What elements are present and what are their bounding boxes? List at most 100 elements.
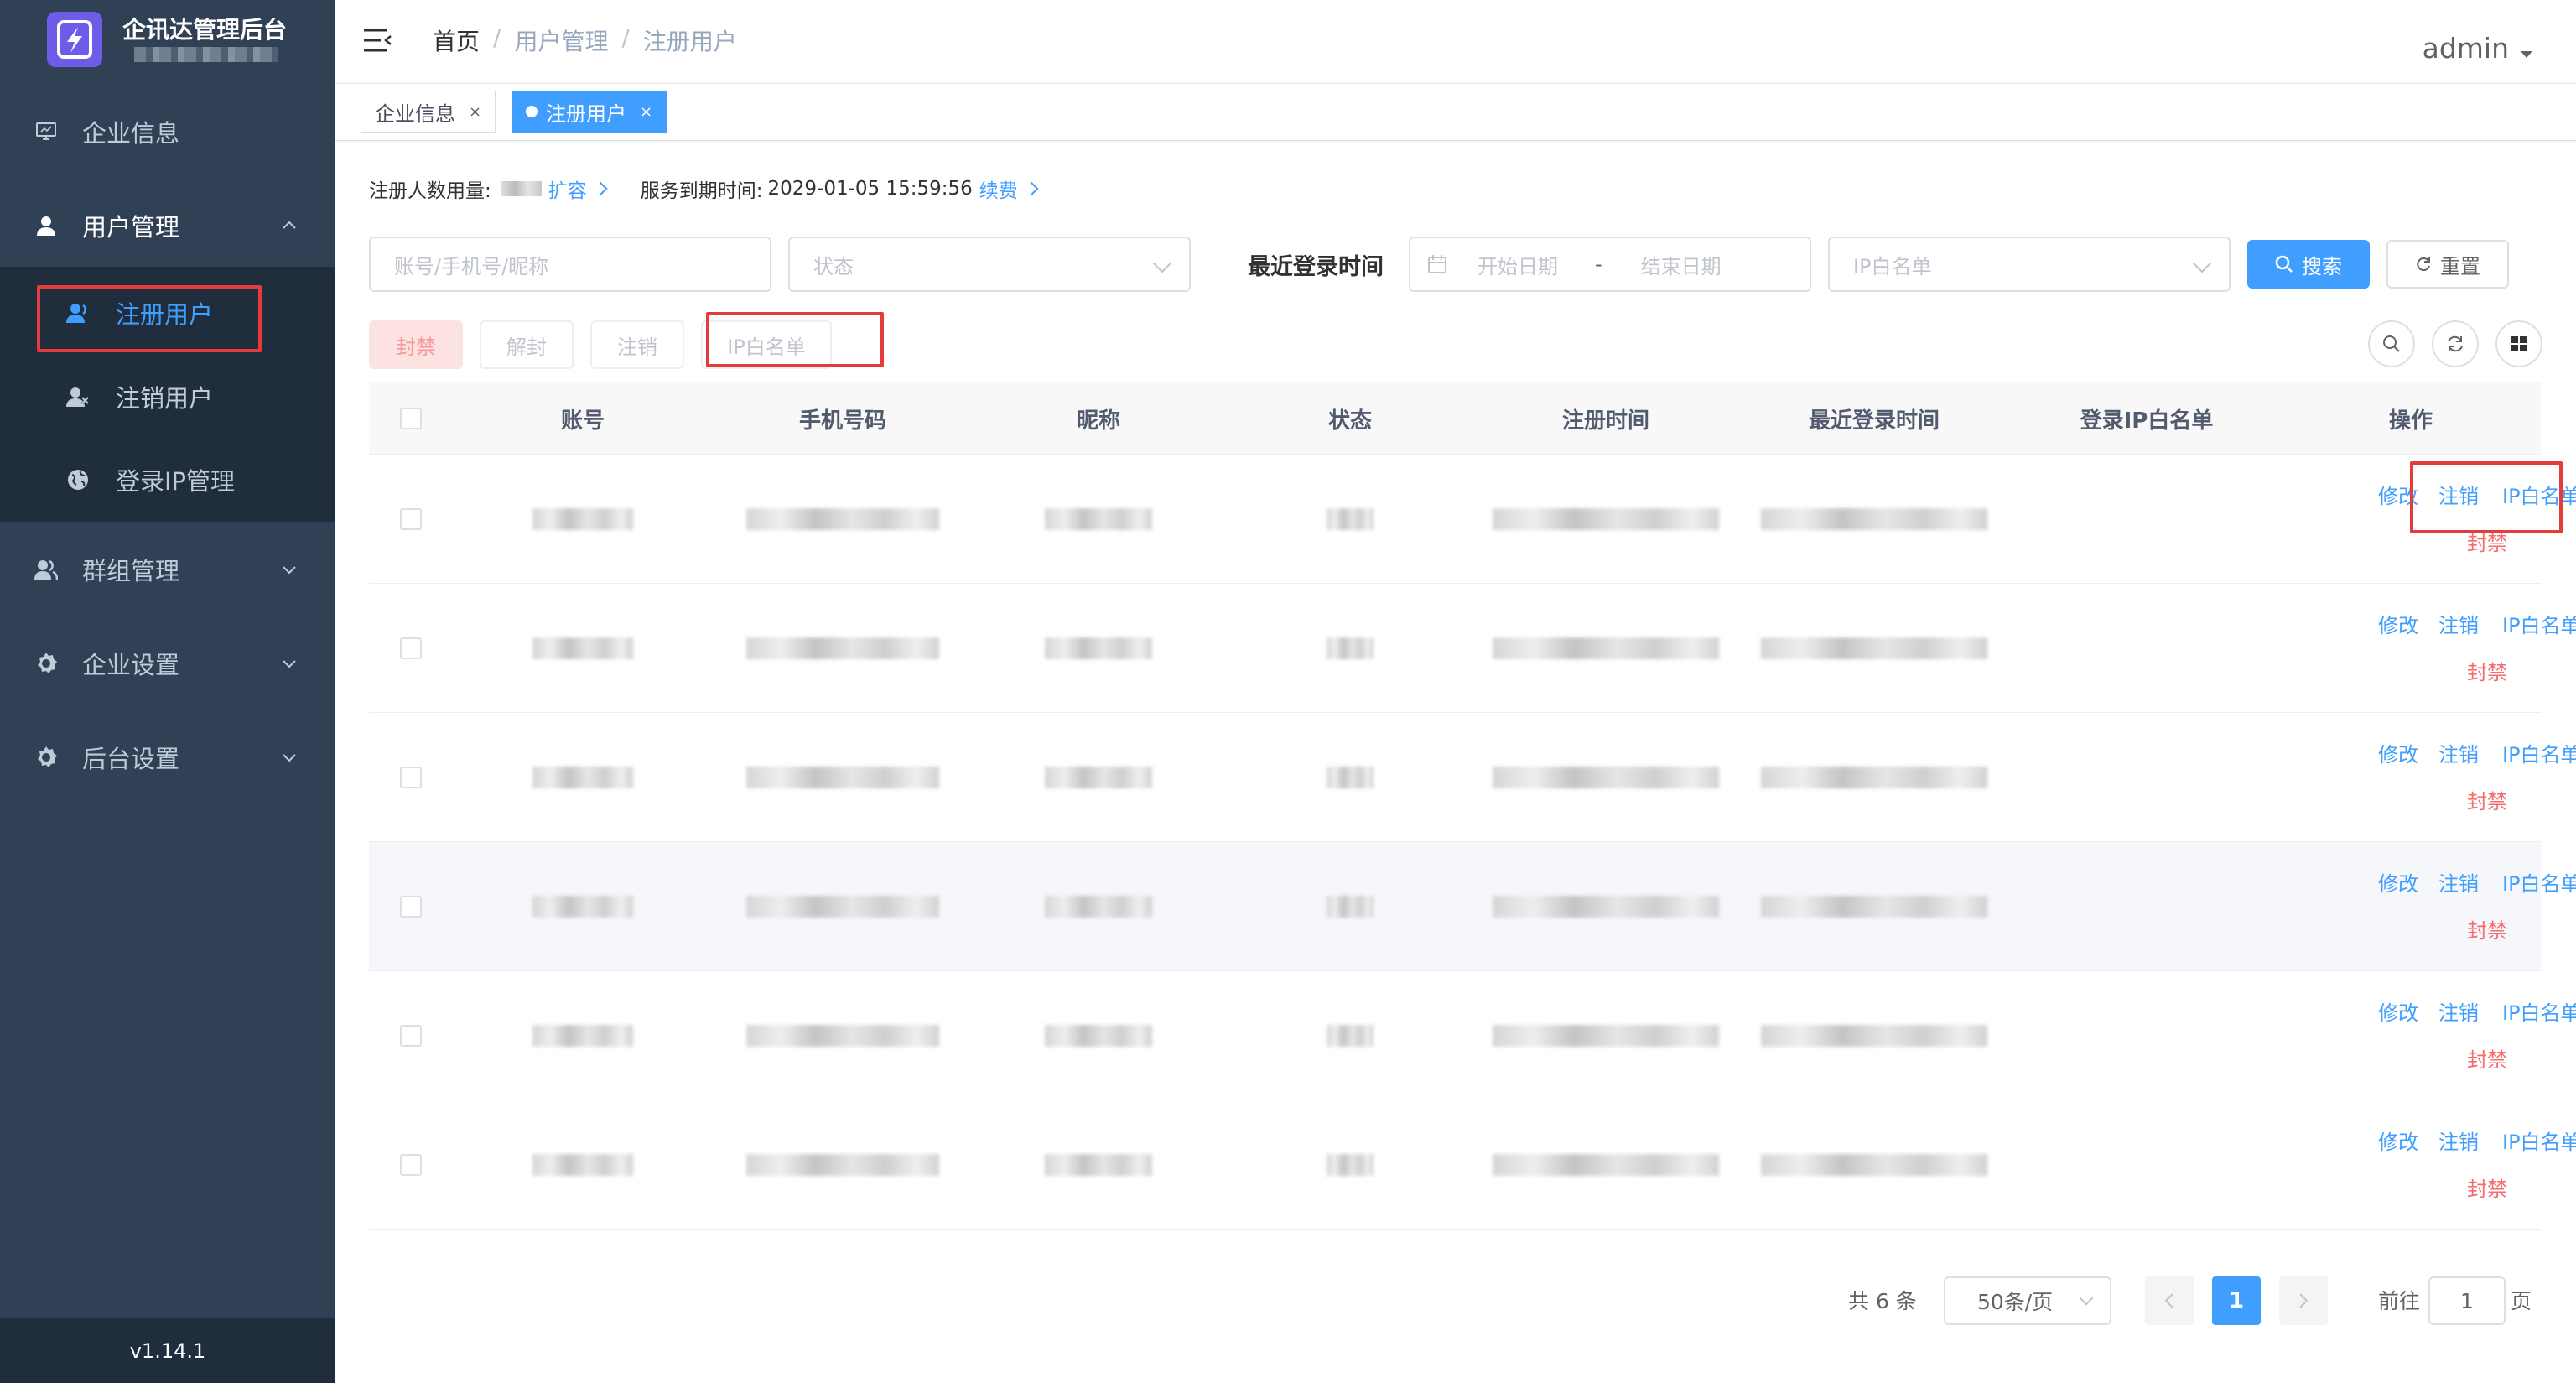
ban-link[interactable]: 封禁 bbox=[2467, 656, 2507, 685]
search-account-input[interactable]: 账号/手机号/昵称 bbox=[369, 237, 771, 292]
row-checkbox[interactable] bbox=[400, 896, 422, 918]
row-actions: 修改 注销 IP白名单封禁 bbox=[2323, 842, 2576, 971]
hamburger-icon[interactable] bbox=[362, 27, 392, 54]
reset-button[interactable]: 重置 bbox=[2386, 240, 2509, 289]
ban-link[interactable]: 封禁 bbox=[2467, 1043, 2507, 1073]
caret-down-icon bbox=[2521, 50, 2532, 58]
menu-label: 用户管理 bbox=[82, 213, 180, 242]
row-checkbox[interactable] bbox=[400, 1154, 422, 1176]
menu-item-user-management[interactable]: 用户管理 bbox=[0, 179, 335, 272]
cancel-link[interactable]: 注销 bbox=[2438, 867, 2479, 897]
group-icon bbox=[34, 557, 59, 582]
redacted-value bbox=[746, 1154, 939, 1176]
prev-page-button[interactable] bbox=[2145, 1276, 2194, 1325]
edit-link[interactable]: 修改 bbox=[2378, 1126, 2418, 1155]
table-header: 账号 手机号码 昵称 状态 注册时间 最近登录时间 登录IP白名单 操作 bbox=[369, 382, 2541, 455]
ban-link[interactable]: 封禁 bbox=[2467, 785, 2507, 814]
close-icon[interactable]: × bbox=[469, 103, 481, 121]
row-checkbox[interactable] bbox=[400, 767, 422, 788]
row-actions: 修改 注销 IP白名单封禁 bbox=[2323, 1100, 2576, 1230]
ip-whitelist-link[interactable]: IP白名单 bbox=[2502, 609, 2576, 638]
chevron-down-icon bbox=[2192, 253, 2212, 273]
table-cell bbox=[453, 1100, 713, 1230]
refresh-button[interactable] bbox=[2432, 320, 2479, 367]
menu-label: 群组管理 bbox=[82, 557, 180, 585]
next-page-button[interactable] bbox=[2279, 1276, 2328, 1325]
page-size-select[interactable]: 50条/页 bbox=[1944, 1276, 2111, 1325]
registered-count-label: 注册人数用量: bbox=[369, 180, 491, 202]
cancel-link[interactable]: 注销 bbox=[2438, 738, 2479, 767]
ip-whitelist-link[interactable]: IP白名单 bbox=[2502, 738, 2576, 767]
active-dot-icon bbox=[526, 106, 538, 117]
ip-whitelist-button[interactable]: IP白名单 bbox=[701, 320, 832, 369]
ip-whitelist-link[interactable]: IP白名单 bbox=[2502, 867, 2576, 897]
tab-company-info[interactable]: 企业信息 × bbox=[361, 91, 496, 133]
redacted-value bbox=[1761, 767, 1987, 788]
page-number-button[interactable]: 1 bbox=[2212, 1276, 2261, 1325]
goto-page-input[interactable]: 1 bbox=[2428, 1276, 2506, 1325]
close-icon[interactable]: × bbox=[640, 103, 652, 121]
search-icon bbox=[2383, 335, 2400, 352]
row-checkbox[interactable] bbox=[400, 1025, 422, 1047]
ip-whitelist-select[interactable]: IP白名单 bbox=[1828, 237, 2231, 292]
unban-button[interactable]: 解封 bbox=[480, 320, 574, 369]
ip-whitelist-link[interactable]: IP白名单 bbox=[2502, 1126, 2576, 1155]
redacted-value bbox=[1045, 1025, 1152, 1047]
cancel-link[interactable]: 注销 bbox=[2438, 480, 2479, 509]
user-menu[interactable]: admin bbox=[2423, 32, 2532, 65]
tab-registered-users[interactable]: 注册用户 × bbox=[512, 91, 667, 133]
cancel-account-button[interactable]: 注销 bbox=[590, 320, 684, 369]
status-select[interactable]: 状态 bbox=[788, 237, 1191, 292]
edit-link[interactable]: 修改 bbox=[2378, 609, 2418, 638]
menu-item-backend-settings[interactable]: 后台设置 bbox=[0, 711, 335, 803]
expand-link[interactable]: 扩容 bbox=[548, 174, 587, 203]
table-cell bbox=[1736, 1100, 2012, 1230]
sidebar-item-login-ip[interactable]: 登录IP管理 bbox=[0, 438, 335, 522]
menu-item-company-settings[interactable]: 企业设置 bbox=[0, 617, 335, 710]
cancel-link[interactable]: 注销 bbox=[2438, 609, 2479, 638]
refresh-icon bbox=[2417, 257, 2430, 272]
table-cell bbox=[1476, 584, 1736, 713]
menu-item-group-management[interactable]: 群组管理 bbox=[0, 523, 335, 616]
menu-item-company-info[interactable]: 企业信息 bbox=[0, 86, 335, 178]
ip-whitelist-link[interactable]: IP白名单 bbox=[2502, 996, 2576, 1026]
redacted-value bbox=[1327, 637, 1374, 659]
table-cell bbox=[1476, 713, 1736, 842]
ban-link[interactable]: 封禁 bbox=[2467, 527, 2507, 556]
select-all-checkbox[interactable] bbox=[400, 408, 422, 429]
edit-link[interactable]: 修改 bbox=[2378, 738, 2418, 767]
chevron-down-icon bbox=[283, 566, 296, 575]
renew-link[interactable]: 续费 bbox=[979, 174, 1018, 203]
page-suffix: 页 bbox=[2511, 1289, 2532, 1313]
cancel-link[interactable]: 注销 bbox=[2438, 1126, 2479, 1155]
date-range-picker[interactable]: 开始日期 - 结束日期 bbox=[1409, 237, 1811, 292]
edit-link[interactable]: 修改 bbox=[2378, 480, 2418, 509]
redacted-value bbox=[1493, 637, 1719, 659]
redacted-value bbox=[1493, 508, 1719, 530]
ban-button[interactable]: 封禁 bbox=[369, 320, 463, 369]
ban-link[interactable]: 封禁 bbox=[2467, 914, 2507, 944]
menu-label: 企业设置 bbox=[82, 651, 180, 679]
row-checkbox[interactable] bbox=[400, 637, 422, 659]
ip-whitelist-link[interactable]: IP白名单 bbox=[2502, 480, 2576, 509]
sidebar-item-registered-users[interactable]: 注册用户 bbox=[0, 271, 335, 355]
sidebar-item-cancelled-users[interactable]: 注销用户 bbox=[0, 355, 335, 439]
redacted-value bbox=[1493, 767, 1719, 788]
search-button-label: 搜索 bbox=[2302, 254, 2342, 278]
column-header: 昵称 bbox=[1076, 408, 1120, 434]
search-button[interactable]: 搜索 bbox=[2247, 240, 2370, 289]
expire-value: 2029-01-05 15:59:56 bbox=[767, 178, 973, 200]
column-header: 账号 bbox=[560, 408, 605, 434]
table-cell bbox=[1224, 1100, 1476, 1230]
end-date-placeholder: 结束日期 bbox=[1640, 254, 1722, 278]
user-remove-icon bbox=[65, 384, 91, 409]
edit-link[interactable]: 修改 bbox=[2378, 996, 2418, 1026]
row-checkbox[interactable] bbox=[400, 508, 422, 530]
ban-link[interactable]: 封禁 bbox=[2467, 1172, 2507, 1202]
columns-button[interactable] bbox=[2496, 320, 2542, 367]
breadcrumb-home[interactable]: 首页 bbox=[433, 23, 480, 57]
edit-link[interactable]: 修改 bbox=[2378, 867, 2418, 897]
cancel-link[interactable]: 注销 bbox=[2438, 996, 2479, 1026]
toggle-search-button[interactable] bbox=[2368, 320, 2415, 367]
submenu-label: 注销用户 bbox=[116, 384, 214, 413]
